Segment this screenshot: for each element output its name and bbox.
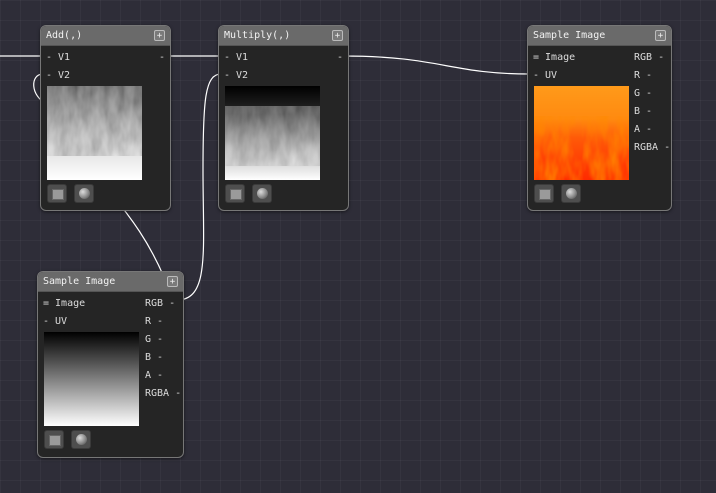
sample-image-gradient-node[interactable]: Sample Image + = Image - UV RGB - R - G … [37,271,184,458]
sample-fire-input-uv[interactable]: - UV [533,69,557,82]
fire-preview-image [534,86,629,180]
sample-gradient-output-g[interactable]: G - [145,333,163,346]
fire-sphere-preview-button[interactable] [561,184,581,203]
sphere-icon [566,188,577,199]
multiply-flat-preview-button[interactable] [225,184,245,203]
wire-multiply-out-to-sample-uv [341,55,530,75]
sample-fire-output-b[interactable]: B - [634,105,652,118]
sample-fire-output-a[interactable]: A - [634,123,652,136]
sample-fire-input-image[interactable]: = Image [533,51,575,64]
add-node-plus-button[interactable]: + [154,30,165,41]
multiply-sphere-preview-button[interactable] [252,184,272,203]
multiply-input-v1[interactable]: - V1 [224,51,248,64]
square-icon [49,435,61,446]
sample-gradient-output-b[interactable]: B - [145,351,163,364]
sample-gradient-input-image[interactable]: = Image [43,297,85,310]
add-input-v1[interactable]: - V1 [46,51,70,64]
square-icon [230,189,242,200]
sample-fire-output-g[interactable]: G - [634,87,652,100]
gradient-sphere-preview-button[interactable] [71,430,91,449]
sample-fire-output-rgb[interactable]: RGB - [634,51,664,64]
sample-image-fire-node[interactable]: Sample Image + = Image - UV RGB - R - G … [527,25,672,211]
add-node-header[interactable]: Add(,) + [41,26,170,46]
add-node-title: Add(,) [46,30,83,41]
sample-gradient-output-a[interactable]: A - [145,369,163,382]
multiply-output[interactable]: - [337,51,343,64]
multiply-input-v2[interactable]: - V2 [224,69,248,82]
multiply-node-title: Multiply(,) [224,30,291,41]
multiply-node-plus-button[interactable]: + [332,30,343,41]
gradient-flat-preview-button[interactable] [44,430,64,449]
square-icon [539,189,551,200]
sample-image-fire-header[interactable]: Sample Image + [528,26,671,46]
sample-fire-output-r[interactable]: R - [634,69,652,82]
sphere-icon [257,188,268,199]
multiply-node-header[interactable]: Multiply(,) + [219,26,348,46]
add-output[interactable]: - [159,51,165,64]
sample-image-fire-plus-button[interactable]: + [655,30,666,41]
square-icon [52,189,64,200]
sample-fire-output-rgba[interactable]: RGBA - [634,141,670,154]
multiply-preview-image [225,86,320,180]
add-input-v2[interactable]: - V2 [46,69,70,82]
add-preview-image [47,86,142,180]
wire-gradient-rgb-to-multiply-v2 [176,73,222,301]
sample-image-gradient-plus-button[interactable]: + [167,276,178,287]
sample-image-gradient-title: Sample Image [43,276,116,287]
node-graph-canvas[interactable]: Add(,) + - V1 - V2 - Multiply(,) + - V1 … [0,0,716,493]
sample-gradient-output-rgb[interactable]: RGB - [145,297,175,310]
add-node[interactable]: Add(,) + - V1 - V2 - [40,25,171,211]
gradient-preview-image [44,332,139,426]
add-sphere-preview-button[interactable] [74,184,94,203]
sample-gradient-output-rgba[interactable]: RGBA - [145,387,181,400]
sphere-icon [76,434,87,445]
sample-image-fire-title: Sample Image [533,30,606,41]
add-flat-preview-button[interactable] [47,184,67,203]
multiply-node[interactable]: Multiply(,) + - V1 - V2 - [218,25,349,211]
sample-gradient-output-r[interactable]: R - [145,315,163,328]
sample-gradient-input-uv[interactable]: - UV [43,315,67,328]
sample-image-gradient-header[interactable]: Sample Image + [38,272,183,292]
fire-flat-preview-button[interactable] [534,184,554,203]
sphere-icon [79,188,90,199]
